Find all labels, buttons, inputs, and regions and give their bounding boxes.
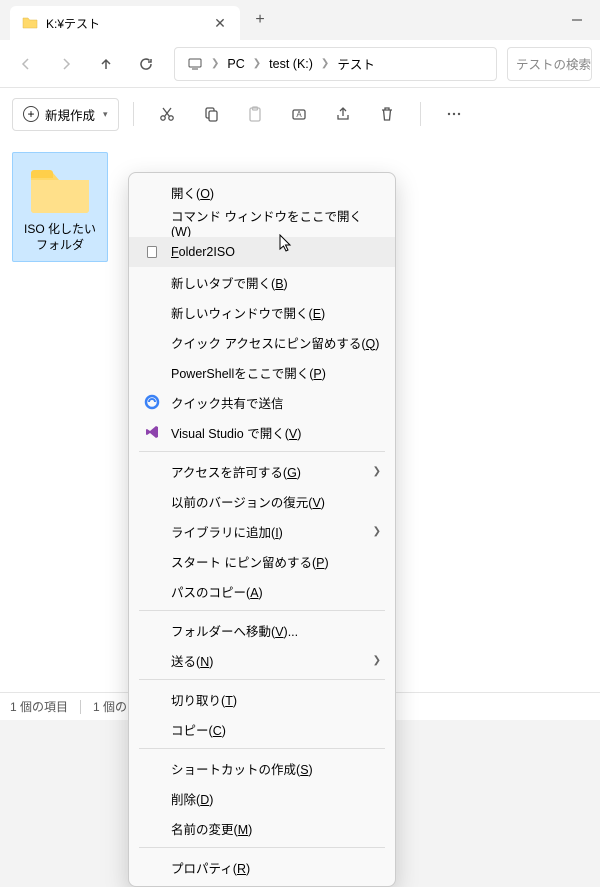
tab-title: K:¥テスト [46, 15, 204, 32]
ctx-cmd-window[interactable]: コマンド ウィンドウをここで開く(W) [129, 207, 395, 237]
document-icon [143, 243, 161, 261]
search-placeholder: テストの検索 [516, 54, 591, 73]
navbar: ❯ PC ❯ test (K:) ❯ テスト テストの検索 [0, 40, 600, 88]
ctx-powershell[interactable]: PowerShellをここで開く(P) [129, 357, 395, 387]
ctx-quickshare[interactable]: クイック共有で送信 [129, 387, 395, 417]
ctx-pin-quick-access[interactable]: クイック アクセスにピン留めする(Q) [129, 327, 395, 357]
chevron-right-icon[interactable]: ❯ [253, 58, 261, 69]
folder-icon [22, 15, 38, 31]
chevron-right-icon: ❯ [373, 466, 381, 477]
delete-button[interactable] [368, 95, 406, 133]
ctx-send-to[interactable]: 送る(N)❯ [129, 645, 395, 675]
chevron-right-icon[interactable]: ❯ [211, 58, 219, 69]
up-button[interactable] [88, 46, 124, 82]
status-selected: 1 個の [93, 698, 127, 715]
chevron-right-icon[interactable]: ❯ [321, 58, 329, 69]
tab[interactable]: K:¥テスト ✕ [10, 6, 240, 40]
refresh-button[interactable] [128, 46, 164, 82]
chevron-right-icon: ❯ [373, 526, 381, 537]
folder-label: ISO 化したいフォルダ [17, 221, 103, 257]
forward-button[interactable] [48, 46, 84, 82]
quickshare-icon [143, 393, 161, 411]
divider [133, 102, 134, 126]
ctx-copy-path[interactable]: パスのコピー(A) [129, 576, 395, 606]
rename-button[interactable]: A [280, 95, 318, 133]
ctx-visual-studio[interactable]: Visual Studio で開く(V) [129, 417, 395, 447]
svg-text:A: A [296, 110, 302, 119]
ctx-create-shortcut[interactable]: ショートカットの作成(S) [129, 753, 395, 783]
minimize-button[interactable] [554, 4, 600, 36]
crumb-folder[interactable]: テスト [331, 48, 381, 80]
divider [139, 748, 385, 749]
divider [139, 610, 385, 611]
new-button[interactable]: + 新規作成 ▾ [12, 98, 119, 131]
crumb-pc[interactable]: PC [221, 48, 250, 80]
crumb-drive[interactable]: test (K:) [263, 48, 319, 80]
search-input[interactable]: テストの検索 [507, 47, 592, 81]
divider [139, 451, 385, 452]
share-button[interactable] [324, 95, 362, 133]
close-icon[interactable]: ✕ [212, 15, 228, 31]
pc-icon[interactable] [181, 48, 209, 80]
breadcrumb[interactable]: ❯ PC ❯ test (K:) ❯ テスト [174, 47, 497, 81]
ctx-new-window[interactable]: 新しいウィンドウで開く(E) [129, 297, 395, 327]
chevron-down-icon: ▾ [103, 109, 108, 120]
new-tab-button[interactable]: + [244, 4, 276, 36]
context-menu: 開く(O) コマンド ウィンドウをここで開く(W) Folder2ISO 新しい… [128, 172, 396, 887]
ctx-cut[interactable]: 切り取り(T) [129, 684, 395, 714]
divider [420, 102, 421, 126]
more-button[interactable] [435, 95, 473, 133]
back-button[interactable] [8, 46, 44, 82]
ctx-restore-previous[interactable]: 以前のバージョンの復元(V) [129, 486, 395, 516]
ctx-move-to-folder[interactable]: フォルダーへ移動(V)... [129, 615, 395, 645]
ctx-delete[interactable]: 削除(D) [129, 783, 395, 813]
visual-studio-icon [143, 423, 161, 441]
paste-button[interactable] [236, 95, 274, 133]
ctx-grant-access[interactable]: アクセスを許可する(G)❯ [129, 456, 395, 486]
titlebar: K:¥テスト ✕ + [0, 0, 600, 40]
ctx-copy[interactable]: コピー(C) [129, 714, 395, 744]
ctx-rename[interactable]: 名前の変更(M) [129, 813, 395, 843]
plus-icon: + [23, 106, 39, 122]
ctx-pin-start[interactable]: スタート にピン留めする(P) [129, 546, 395, 576]
toolbar: + 新規作成 ▾ A [0, 88, 600, 140]
copy-button[interactable] [192, 95, 230, 133]
cut-button[interactable] [148, 95, 186, 133]
new-label: 新規作成 [45, 105, 95, 124]
folder-item[interactable]: ISO 化したいフォルダ [12, 152, 108, 262]
chevron-right-icon: ❯ [373, 655, 381, 666]
divider [80, 700, 81, 714]
ctx-add-library[interactable]: ライブラリに追加(I)❯ [129, 516, 395, 546]
divider [139, 679, 385, 680]
ctx-new-tab[interactable]: 新しいタブで開く(B) [129, 267, 395, 297]
divider [139, 847, 385, 848]
status-items: 1 個の項目 [10, 698, 68, 715]
folder-icon [28, 163, 92, 215]
ctx-properties[interactable]: プロパティ(R) [129, 852, 395, 882]
ctx-folder2iso[interactable]: Folder2ISO [129, 237, 395, 267]
ctx-open[interactable]: 開く(O) [129, 177, 395, 207]
